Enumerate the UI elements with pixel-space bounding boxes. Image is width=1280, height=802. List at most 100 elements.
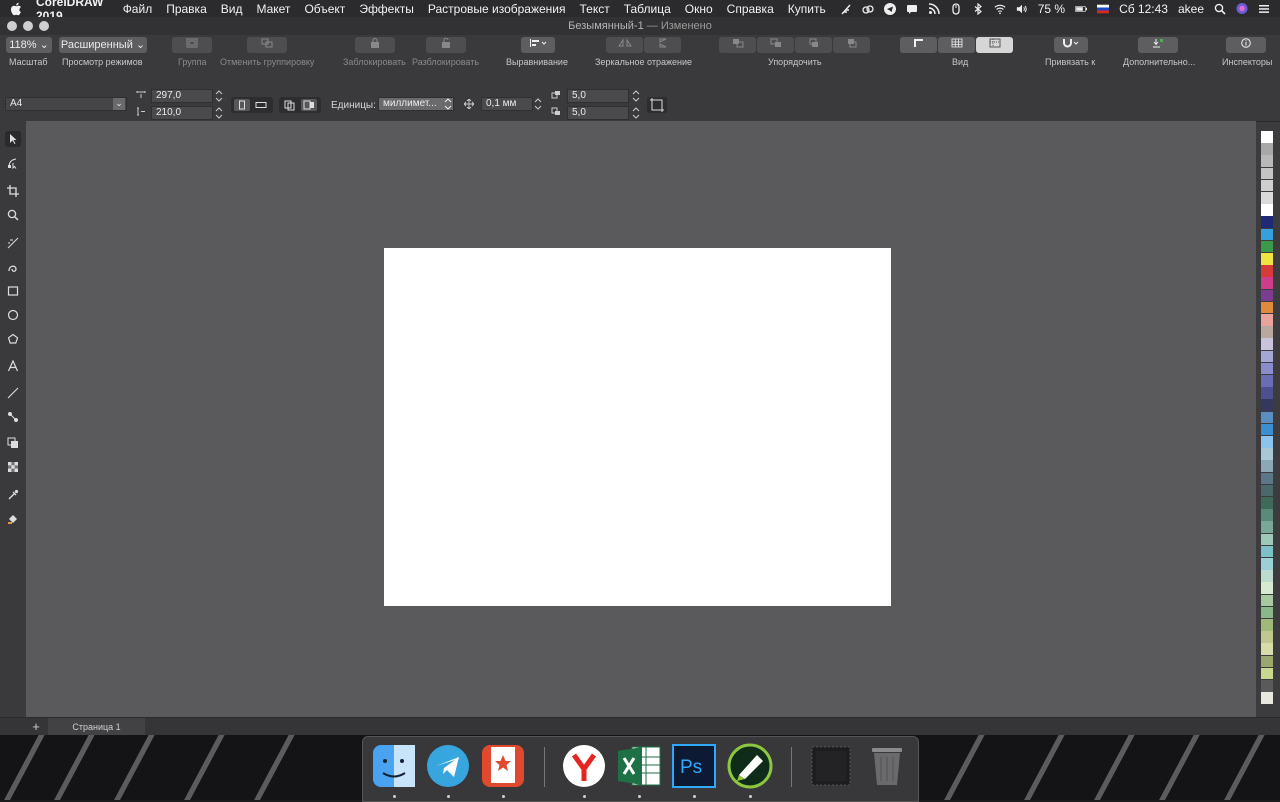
color-swatch[interactable] xyxy=(1261,497,1273,509)
volume-icon[interactable] xyxy=(1016,3,1028,15)
crop-tool[interactable] xyxy=(5,183,21,199)
color-swatch[interactable] xyxy=(1261,411,1273,424)
color-swatch[interactable] xyxy=(1261,655,1273,668)
color-swatch[interactable] xyxy=(1261,594,1273,607)
view-mode-dropdown[interactable]: Расширенный ⌄ xyxy=(59,37,147,53)
telegram-icon[interactable] xyxy=(883,2,896,15)
mirror-vertical-button[interactable] xyxy=(644,37,681,53)
color-swatch[interactable] xyxy=(1261,143,1273,155)
duplicate-y-field[interactable]: 5,0 xyxy=(567,106,629,120)
color-swatch[interactable] xyxy=(1261,277,1273,290)
color-swatch[interactable] xyxy=(1261,521,1273,534)
view-rulers-button[interactable] xyxy=(900,37,937,53)
wunderlist-icon[interactable] xyxy=(480,743,526,789)
current-page-button[interactable] xyxy=(301,99,317,111)
view-guidelines-button[interactable] xyxy=(976,37,1013,53)
menu-buy[interactable]: Купить xyxy=(788,2,826,16)
menu-view[interactable]: Вид xyxy=(221,2,243,16)
close-window-button[interactable] xyxy=(7,21,17,31)
mirror-horizontal-button[interactable] xyxy=(606,37,643,53)
to-back-button[interactable] xyxy=(757,37,794,53)
color-swatch[interactable] xyxy=(1261,399,1273,412)
input-source-flag-icon[interactable] xyxy=(1097,3,1110,15)
align-dropdown[interactable] xyxy=(521,37,555,53)
shape-tool[interactable] xyxy=(5,155,21,171)
zoom-dropdown[interactable]: 118% ⌄ xyxy=(6,37,52,53)
polygon-tool[interactable] xyxy=(5,331,21,347)
color-swatch[interactable] xyxy=(1261,228,1273,241)
text-tool[interactable] xyxy=(5,358,21,374)
drop-shadow-tool[interactable] xyxy=(5,435,21,451)
message-icon[interactable] xyxy=(906,3,918,15)
spotlight-search-icon[interactable] xyxy=(1214,3,1226,15)
eyedropper-tool[interactable] xyxy=(5,487,21,503)
user-name[interactable]: akee xyxy=(1178,2,1204,16)
color-swatch[interactable] xyxy=(1261,423,1273,436)
page-height-stepper[interactable] xyxy=(215,106,223,120)
connector-tool[interactable] xyxy=(5,409,21,425)
menu-bitmaps[interactable]: Растровые изображения xyxy=(428,2,566,16)
menu-help[interactable]: Справка xyxy=(727,2,774,16)
battery-icon[interactable] xyxy=(1075,3,1088,15)
color-swatch[interactable] xyxy=(1261,253,1273,265)
wifi-icon[interactable] xyxy=(994,3,1006,15)
color-swatch[interactable] xyxy=(1261,338,1273,351)
color-swatch[interactable] xyxy=(1261,545,1273,558)
units-dropdown[interactable]: миллимет... xyxy=(378,97,454,111)
drawing-canvas[interactable] xyxy=(26,121,1256,717)
color-swatch[interactable] xyxy=(1261,692,1273,704)
color-swatch[interactable] xyxy=(1261,314,1273,326)
coreldraw-app-icon[interactable] xyxy=(727,743,773,789)
duplicate-x-field[interactable]: 5,0 xyxy=(567,89,629,103)
color-swatch[interactable] xyxy=(1261,131,1273,143)
group-button[interactable] xyxy=(172,37,212,53)
creative-cloud-icon[interactable] xyxy=(862,3,874,15)
color-swatch[interactable] xyxy=(1261,216,1273,229)
color-swatch[interactable] xyxy=(1261,192,1273,204)
document-page[interactable] xyxy=(384,248,891,606)
color-swatch[interactable] xyxy=(1261,179,1273,192)
portrait-button[interactable] xyxy=(234,99,250,111)
landscape-button[interactable] xyxy=(253,99,269,111)
notification-center-icon[interactable] xyxy=(1258,3,1270,15)
color-swatch[interactable] xyxy=(1261,460,1273,473)
color-swatch[interactable] xyxy=(1261,448,1273,460)
page-width-field[interactable]: 297,0 xyxy=(151,89,213,103)
rectangle-tool[interactable] xyxy=(5,283,21,299)
parallel-dimension-tool[interactable] xyxy=(5,385,21,401)
interactive-fill-tool[interactable] xyxy=(5,511,21,527)
color-swatch[interactable] xyxy=(1261,484,1273,497)
color-swatch[interactable] xyxy=(1261,204,1273,216)
inspectors-button[interactable] xyxy=(1226,37,1266,53)
forward-one-button[interactable] xyxy=(795,37,832,53)
menu-effects[interactable]: Эффекты xyxy=(359,2,414,16)
snap-dropdown[interactable] xyxy=(1054,37,1088,53)
color-swatch[interactable] xyxy=(1261,436,1273,448)
apple-icon[interactable] xyxy=(10,2,22,16)
pick-tool[interactable] xyxy=(5,131,21,147)
color-swatch[interactable] xyxy=(1261,570,1273,582)
siri-icon[interactable] xyxy=(1236,2,1248,15)
add-page-button[interactable]: + xyxy=(30,718,42,736)
color-swatch[interactable] xyxy=(1261,155,1273,168)
menu-layout[interactable]: Макет xyxy=(256,2,290,16)
telegram-app-icon[interactable] xyxy=(425,743,471,789)
color-swatch[interactable] xyxy=(1261,265,1273,277)
page-height-field[interactable]: 210,0 xyxy=(151,106,213,120)
color-swatch[interactable] xyxy=(1261,680,1273,692)
color-swatch[interactable] xyxy=(1261,289,1273,302)
clock[interactable]: Сб 12:43 xyxy=(1119,2,1168,16)
color-swatch[interactable] xyxy=(1261,387,1273,399)
menu-object[interactable]: Объект xyxy=(304,2,345,16)
freehand-tool[interactable] xyxy=(5,235,21,251)
color-swatch[interactable] xyxy=(1261,472,1273,485)
page-frame-button[interactable] xyxy=(647,97,667,113)
page-tab[interactable]: Страница 1 xyxy=(48,718,145,736)
duplicate-y-stepper[interactable] xyxy=(632,106,640,120)
color-swatch[interactable] xyxy=(1261,240,1273,253)
back-one-button[interactable] xyxy=(833,37,870,53)
excel-icon[interactable] xyxy=(616,743,662,789)
downloads-stack-icon[interactable] xyxy=(808,743,854,789)
rss-icon[interactable] xyxy=(928,2,940,15)
more-options-button[interactable] xyxy=(1138,37,1178,53)
